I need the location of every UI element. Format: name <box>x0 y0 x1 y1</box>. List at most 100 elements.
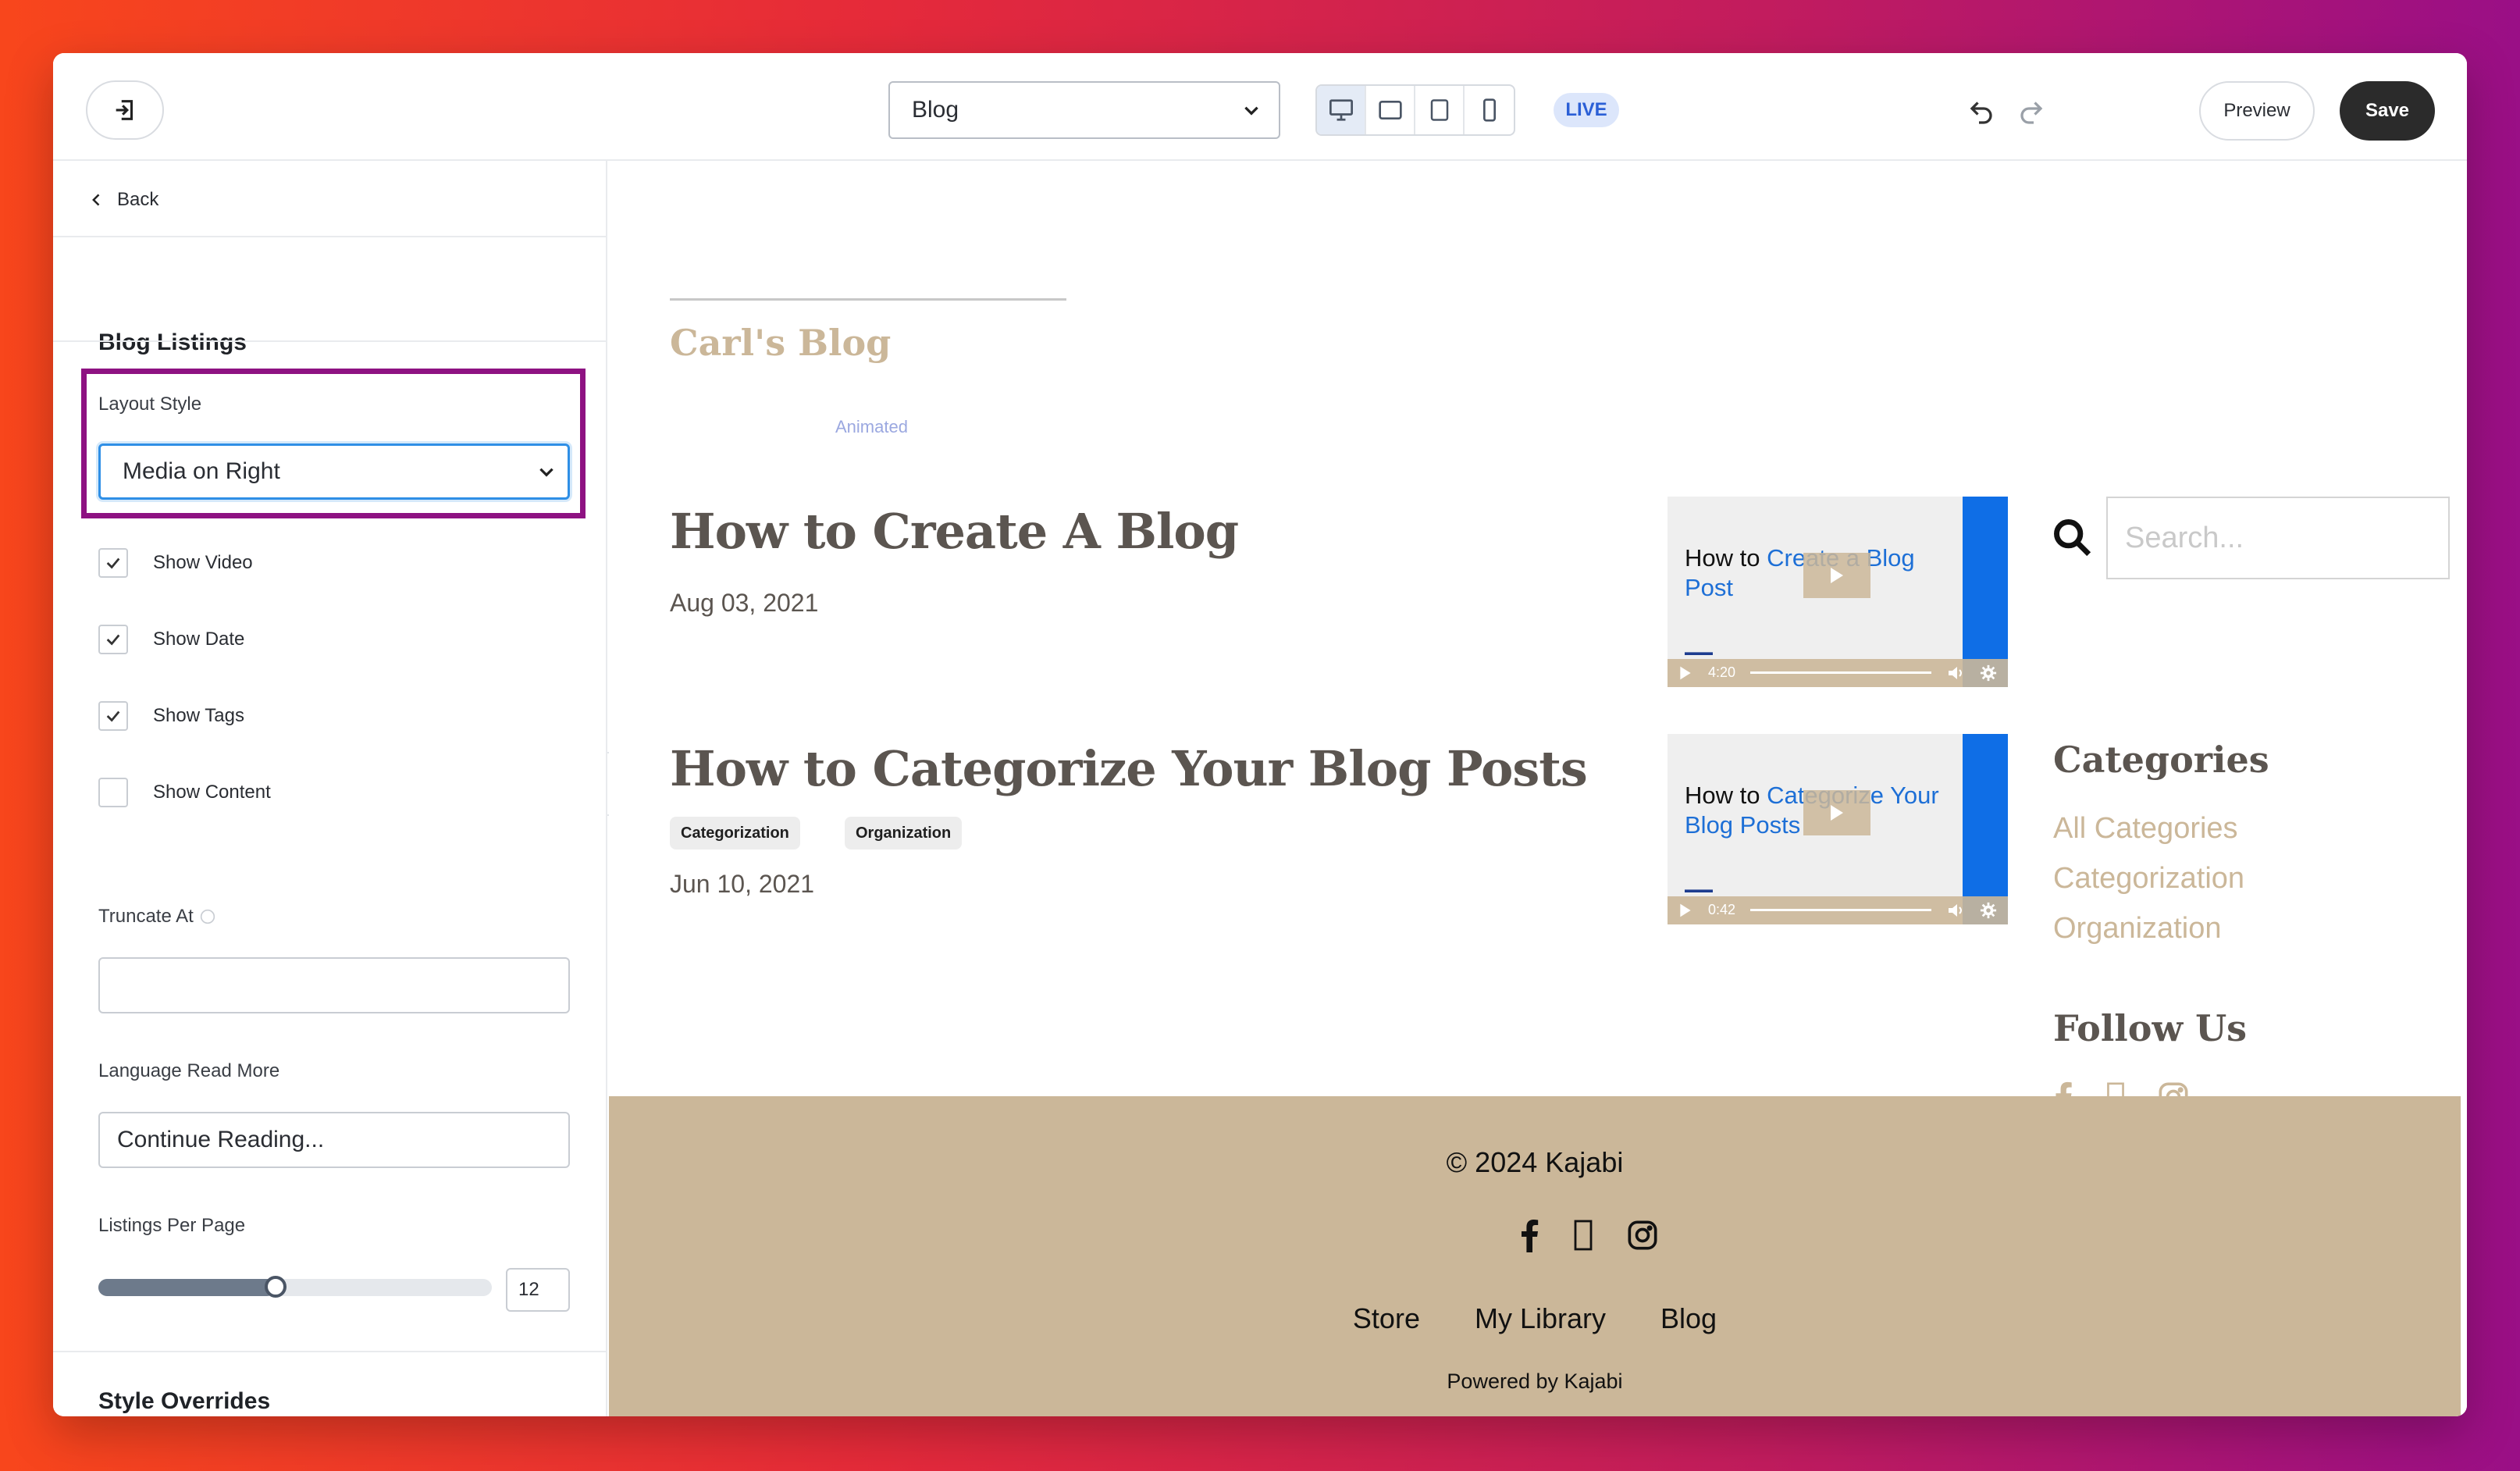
layout-style-select[interactable]: Media on Right <box>98 443 570 500</box>
show-video-label: Show Video <box>153 552 253 573</box>
video-duration: 4:20 <box>1708 664 1736 680</box>
post-title[interactable]: How to Categorize Your Blog Posts <box>670 740 1588 797</box>
info-icon[interactable] <box>200 909 215 924</box>
play-icon <box>1831 805 1843 821</box>
truncate-label-row: Truncate At <box>98 906 215 928</box>
post-title[interactable]: How to Create A Blog <box>670 503 1239 560</box>
show-date-label: Show Date <box>153 629 245 650</box>
settings-gear-icon[interactable] <box>1980 664 1997 682</box>
truncate-input[interactable] <box>98 957 570 1013</box>
listings-per-page-label: Listings Per Page <box>98 1215 246 1236</box>
video-brand-mark: ▬▬▬ <box>1685 646 1713 657</box>
play-small-icon[interactable] <box>1678 665 1692 681</box>
back-link[interactable]: Back <box>89 189 158 211</box>
post-date: Jun 10, 2021 <box>670 870 815 898</box>
play-icon <box>1831 568 1843 583</box>
desktop-icon <box>1329 99 1353 121</box>
play-small-icon[interactable] <box>1678 903 1692 918</box>
save-button[interactable]: Save <box>2340 81 2435 141</box>
follow-us-title: Follow Us <box>2053 1007 2248 1049</box>
search-icon <box>2054 519 2091 557</box>
preview-button[interactable]: Preview <box>2199 81 2315 141</box>
exit-icon <box>116 100 133 120</box>
footer-powered-by[interactable]: Powered by Kajabi <box>609 1369 2461 1394</box>
layout-style-value: Media on Right <box>123 458 280 484</box>
read-more-input[interactable]: Continue Reading... <box>98 1112 570 1168</box>
mobile-view-button[interactable] <box>1465 86 1514 134</box>
category-link[interactable]: Organization <box>2053 912 2221 946</box>
video-duration: 0:42 <box>1708 902 1736 917</box>
tablet-portrait-icon <box>1430 99 1448 121</box>
footer-link-blog[interactable]: Blog <box>1660 1302 1717 1335</box>
listings-slider-fill <box>98 1279 276 1296</box>
play-button[interactable] <box>1803 790 1870 835</box>
show-content-label: Show Content <box>153 782 271 803</box>
footer-link-store[interactable]: Store <box>1353 1302 1420 1335</box>
redo-button[interactable] <box>2017 97 2045 129</box>
section-title: Blog Listings <box>98 329 247 355</box>
page-select[interactable]: Blog <box>888 81 1280 139</box>
device-toggle-group <box>1315 84 1515 136</box>
sidebar-divider <box>53 340 607 342</box>
listings-number-input[interactable]: 12 <box>506 1268 570 1312</box>
tablet-landscape-view-button[interactable] <box>1366 86 1416 134</box>
show-tags-checkbox[interactable] <box>98 701 128 731</box>
footer-nav: Store My Library Blog <box>609 1302 2461 1335</box>
post-tag[interactable]: Organization <box>845 817 963 849</box>
site-footer: © 2024 Kajabi Store My Library Blog Powe… <box>609 1096 2461 1416</box>
settings-sidebar: Back Blog Listings Layout Style Media on… <box>53 161 607 1416</box>
show-content-option[interactable]: Show Content <box>98 778 271 807</box>
read-more-label: Language Read More <box>98 1060 280 1081</box>
listings-slider[interactable] <box>98 1276 492 1298</box>
exit-editor-button[interactable] <box>86 80 164 140</box>
post-video[interactable]: How to Categorize Your Blog Posts ▬▬▬ 0:… <box>1668 734 2008 924</box>
twitter-icon[interactable] <box>1574 1218 1593 1252</box>
footer-link-my-library[interactable]: My Library <box>1475 1302 1606 1335</box>
page-preview: Carl's Blog Animated How to Create A Blo… <box>609 161 2467 1416</box>
facebook-icon[interactable] <box>1519 1218 1539 1252</box>
show-date-checkbox[interactable] <box>98 625 128 654</box>
footer-social-icons <box>1519 1218 1658 1252</box>
show-content-checkbox[interactable] <box>98 778 128 807</box>
show-date-option[interactable]: Show Date <box>98 625 244 654</box>
show-video-checkbox[interactable] <box>98 548 128 578</box>
undo-button[interactable] <box>1967 97 1995 129</box>
volume-icon[interactable] <box>1947 665 1966 681</box>
post-tag[interactable]: Categorization <box>670 817 800 849</box>
page-select-value: Blog <box>912 97 959 123</box>
video-controls: 4:20 <box>1668 659 2008 687</box>
chevron-down-icon <box>539 468 553 477</box>
video-brand-mark: ▬▬▬ <box>1685 884 1713 895</box>
show-tags-option[interactable]: Show Tags <box>98 701 244 731</box>
show-video-option[interactable]: Show Video <box>98 548 253 578</box>
video-progress[interactable] <box>1750 671 1931 674</box>
editor-topbar: Blog LIVE Preview Save <box>53 53 2467 161</box>
desktop-view-button[interactable] <box>1317 86 1367 134</box>
post-video[interactable]: How to Create a Blog Post ▬▬▬ 4:20 <box>1668 497 2008 687</box>
tablet-landscape-icon <box>1378 101 1402 119</box>
show-tags-label: Show Tags <box>153 705 244 726</box>
truncate-label: Truncate At <box>98 906 194 927</box>
live-status-badge: LIVE <box>1554 93 1619 127</box>
volume-icon[interactable] <box>1947 903 1966 918</box>
back-label: Back <box>117 189 159 210</box>
category-link[interactable]: Categorization <box>2053 862 2244 896</box>
blog-search-input[interactable]: Search... <box>2106 497 2450 579</box>
checkmark-icon <box>106 557 120 569</box>
blog-title-rule <box>670 298 1066 301</box>
video-progress[interactable] <box>1750 909 1931 911</box>
editor-window: Blog LIVE Preview Save Back Blog Listing… <box>53 53 2467 1416</box>
post-date: Aug 03, 2021 <box>670 589 819 617</box>
category-link[interactable]: All Categories <box>2053 812 2238 846</box>
layout-style-label: Layout Style <box>98 394 202 415</box>
instagram-icon[interactable] <box>1627 1220 1658 1251</box>
search-icon-button[interactable] <box>2052 517 2092 561</box>
play-button[interactable] <box>1803 553 1870 598</box>
mobile-icon <box>1482 98 1496 122</box>
listings-slider-thumb[interactable] <box>264 1276 287 1298</box>
tablet-portrait-view-button[interactable] <box>1415 86 1465 134</box>
settings-gear-icon[interactable] <box>1980 902 1997 919</box>
style-overrides-title[interactable]: Style Overrides <box>98 1388 270 1415</box>
checkmark-icon <box>106 634 120 646</box>
checkmark-icon <box>106 711 120 722</box>
